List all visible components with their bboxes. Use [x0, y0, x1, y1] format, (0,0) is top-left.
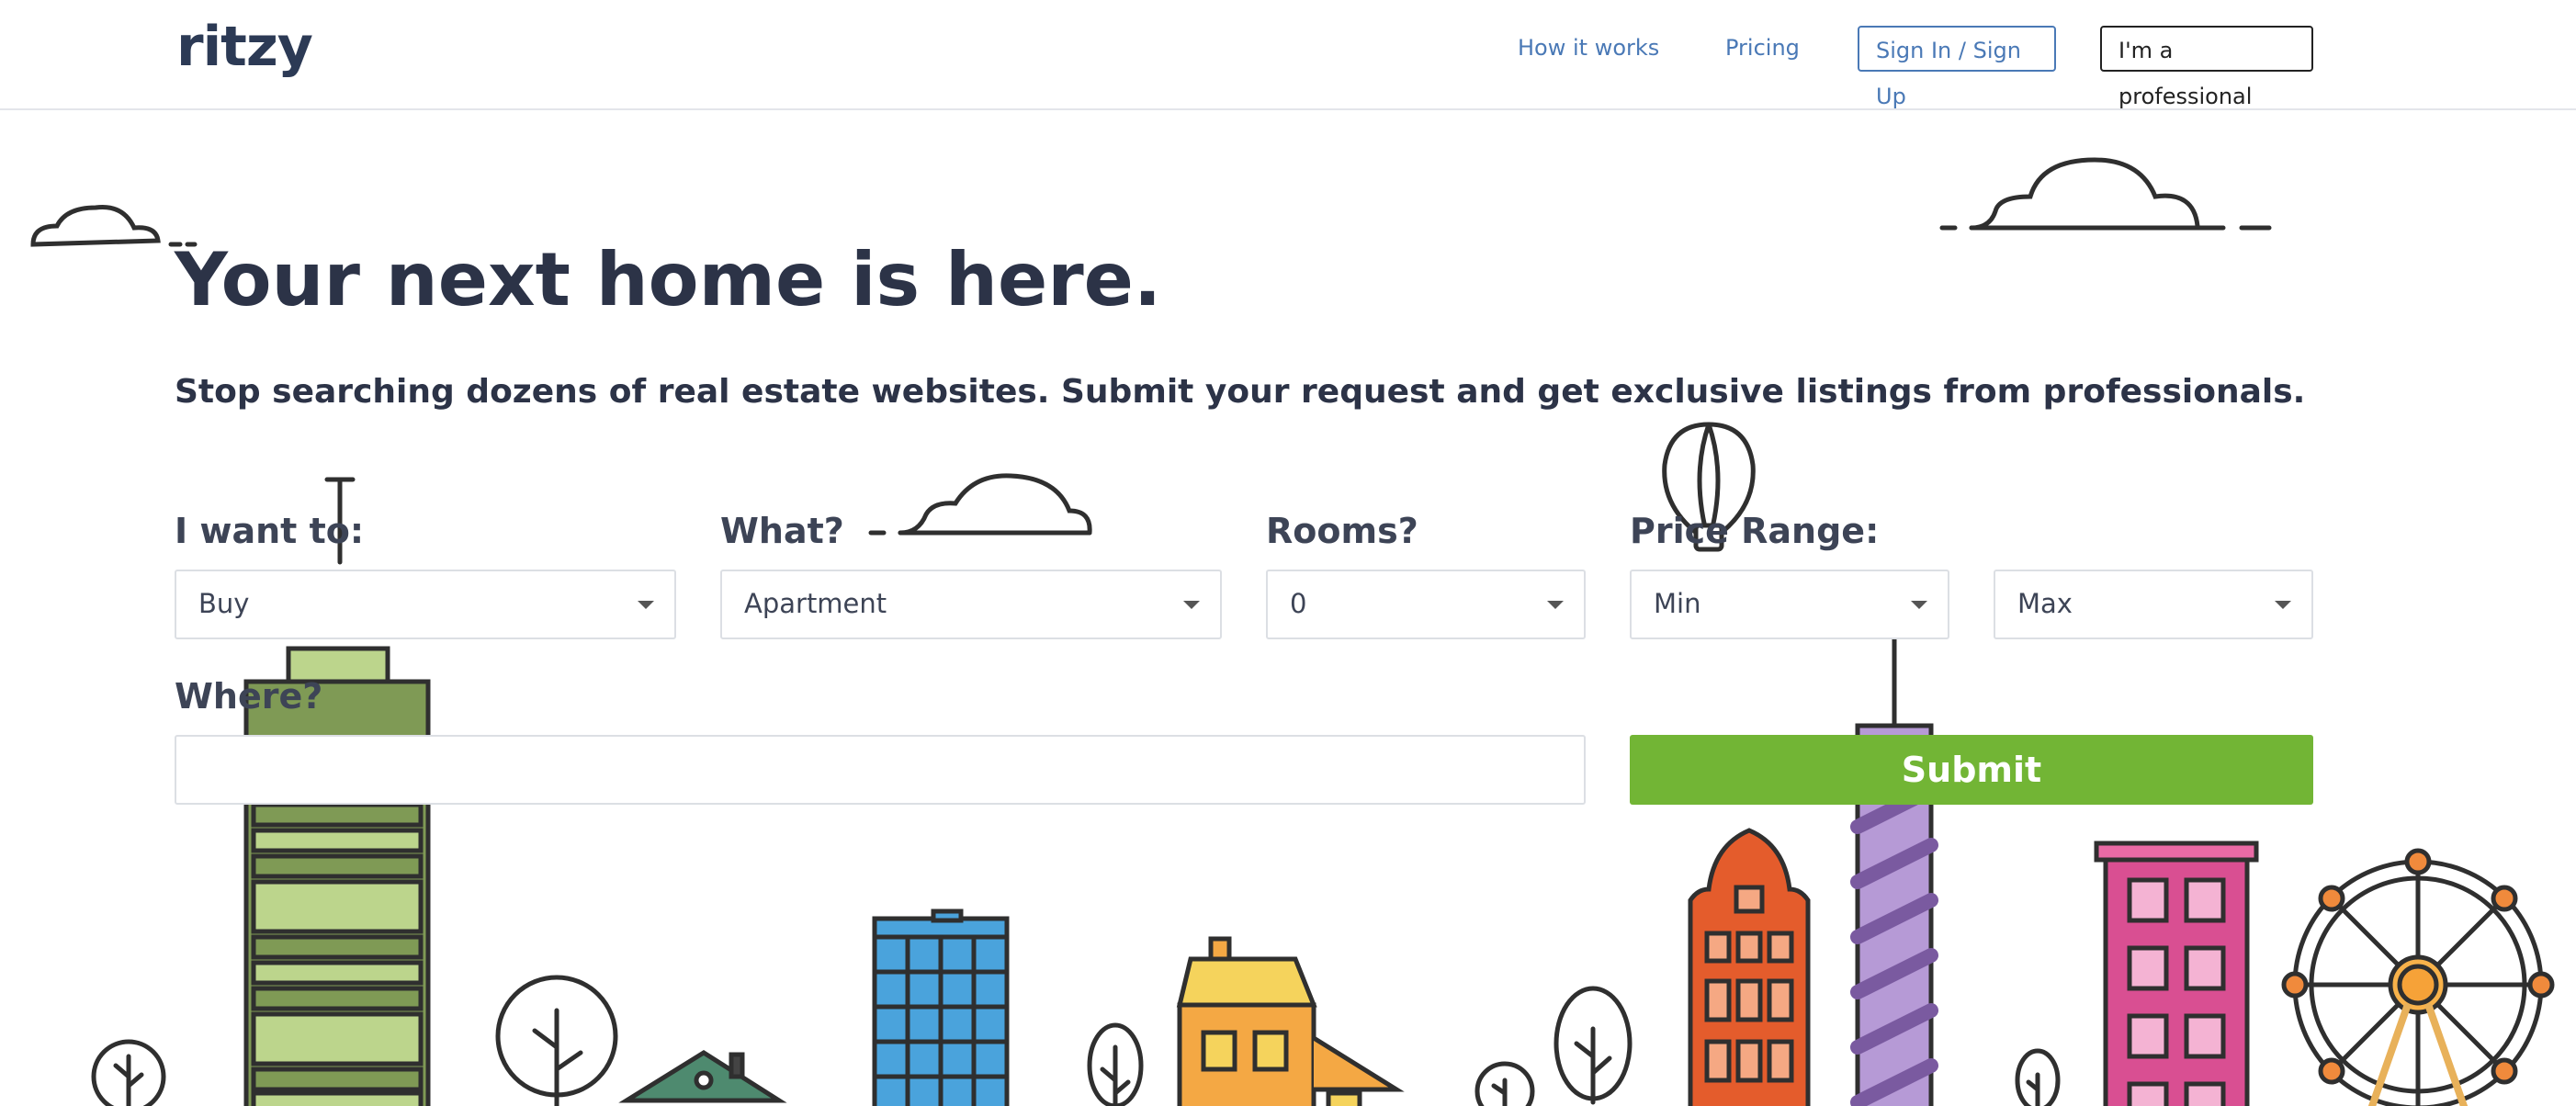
nav-pricing[interactable]: Pricing: [1725, 35, 1800, 61]
price-max-value: Max: [2017, 588, 2073, 619]
chevron-down-icon: [2275, 601, 2291, 609]
site-header: ritzy How it works Pricing Sign In / Sig…: [0, 0, 2576, 110]
page-subtitle: Stop searching dozens of real estate web…: [175, 373, 2306, 411]
nav-how-it-works[interactable]: How it works: [1518, 35, 1659, 61]
submit-button[interactable]: Submit: [1630, 735, 2313, 805]
chevron-down-icon: [1911, 601, 1927, 609]
want-label: I want to:: [175, 511, 365, 551]
sign-in-button[interactable]: Sign In / Sign Up: [1858, 26, 2056, 109]
page-title: Your next home is here.: [175, 237, 1162, 322]
want-select[interactable]: Buy: [175, 570, 676, 639]
logo[interactable]: ritzy: [176, 15, 313, 79]
want-select-value: Buy: [198, 588, 250, 619]
chevron-down-icon: [638, 601, 654, 609]
where-label: Where?: [175, 676, 323, 717]
professional-button[interactable]: I'm a professional: [2100, 26, 2313, 109]
price-range-label: Price Range:: [1630, 511, 1880, 551]
where-input[interactable]: [175, 735, 1586, 805]
price-min-value: Min: [1654, 588, 1701, 619]
rooms-label: Rooms?: [1266, 511, 1418, 551]
rooms-select-value: 0: [1290, 588, 1307, 619]
what-select-value: Apartment: [744, 588, 887, 619]
rooms-select[interactable]: 0: [1266, 570, 1586, 639]
price-min-select[interactable]: Min: [1630, 570, 1949, 639]
chevron-down-icon: [1547, 601, 1564, 609]
what-select[interactable]: Apartment: [720, 570, 1222, 639]
what-label: What?: [720, 511, 844, 551]
chevron-down-icon: [1183, 601, 1200, 609]
hero-section: Your next home is here. Stop searching d…: [0, 0, 2576, 1106]
price-max-select[interactable]: Max: [1994, 570, 2313, 639]
